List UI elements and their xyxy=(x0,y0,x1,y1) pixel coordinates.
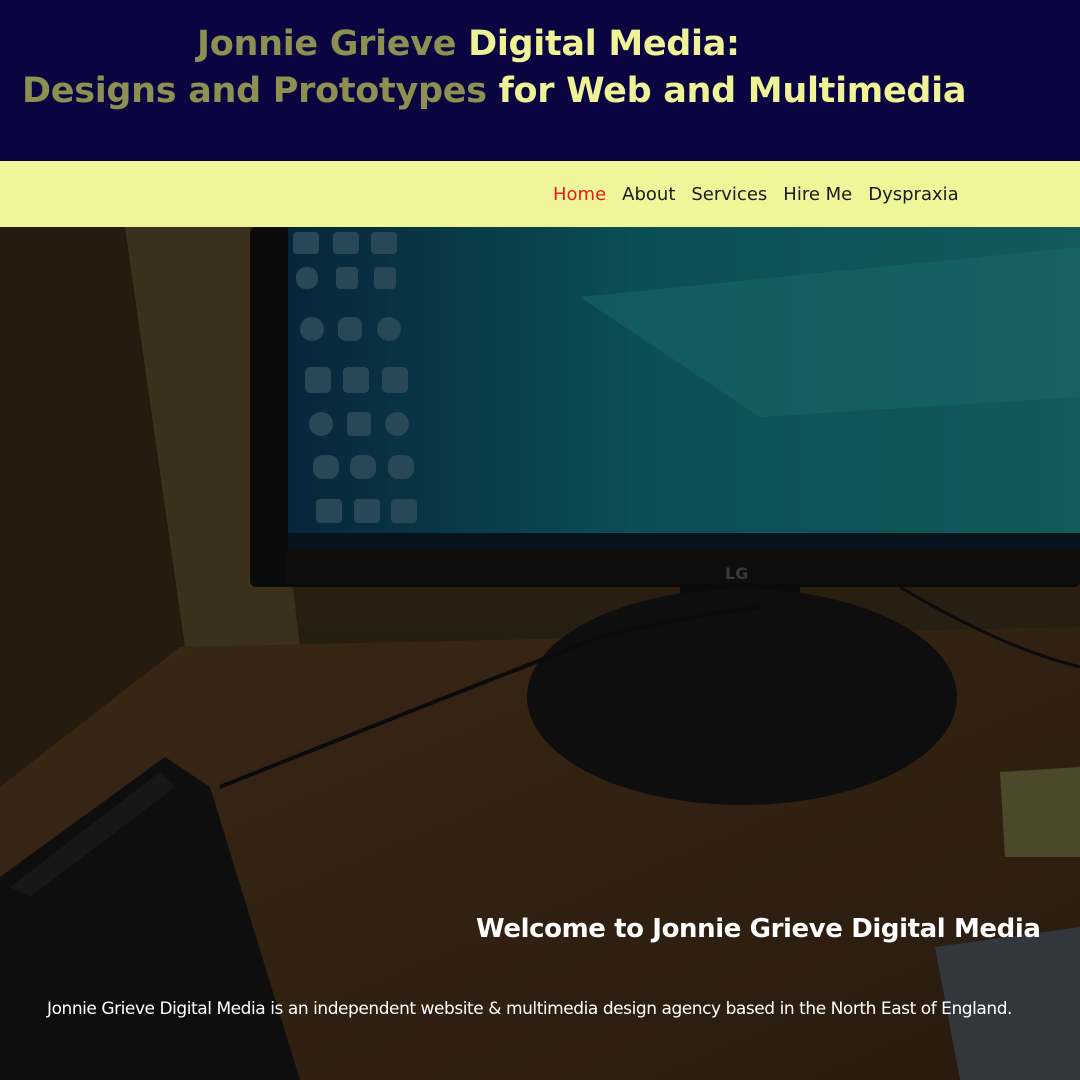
nav-item-home[interactable]: Home xyxy=(553,184,606,205)
welcome-heading: Welcome to Jonnie Grieve Digital Media xyxy=(476,914,1041,945)
hero-section: LG Welcome to Jonnie Grieve Digital Medi… xyxy=(0,227,1080,1080)
main-nav: Home About Services Hire Me Dyspraxia xyxy=(0,161,1080,227)
title-name: Jonnie Grieve xyxy=(197,24,457,64)
nav-item-about[interactable]: About xyxy=(622,184,675,205)
nav-item-dyspraxia[interactable]: Dyspraxia xyxy=(868,184,958,205)
intro-text: Jonnie Grieve Digital Media is an indepe… xyxy=(47,999,1013,1019)
nav-list: Home About Services Hire Me Dyspraxia xyxy=(553,161,975,227)
title-digital-media: Digital Media: xyxy=(468,24,740,64)
title-web-multimedia: for Web and Multimedia xyxy=(498,71,967,111)
site-title-line-2: Designs and Prototypes for Web and Multi… xyxy=(22,71,966,111)
nav-item-services[interactable]: Services xyxy=(691,184,767,205)
site-header: Jonnie Grieve Digital Media: Designs and… xyxy=(0,0,1080,161)
nav-item-hire-me[interactable]: Hire Me xyxy=(783,184,852,205)
site-title-line-1: Jonnie Grieve Digital Media: xyxy=(197,24,740,64)
hero-overlay xyxy=(0,227,1080,1080)
title-designs-prototypes: Designs and Prototypes xyxy=(22,71,487,111)
page: Jonnie Grieve Digital Media: Designs and… xyxy=(0,0,1080,1080)
